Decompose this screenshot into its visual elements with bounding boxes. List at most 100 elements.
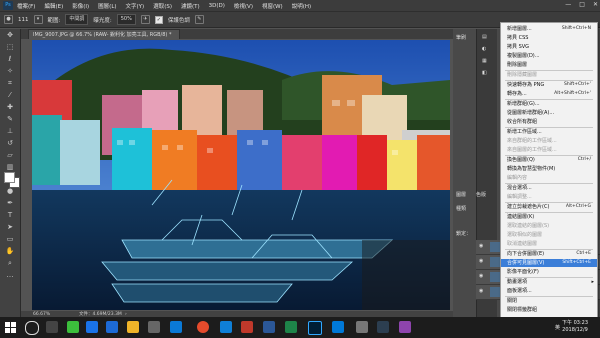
marquee-tool-icon[interactable]: ⬚ <box>0 41 20 53</box>
store-app-icon[interactable] <box>86 321 98 333</box>
quick-select-tool-icon[interactable]: ✧ <box>0 65 20 77</box>
foreground-color-swatch[interactable] <box>4 172 15 183</box>
menu-item[interactable]: 檢視(V) <box>234 2 253 10</box>
brush-size[interactable]: 111 <box>18 17 29 23</box>
clock[interactable]: 下午 03:23 2018/12/9 <box>562 320 588 334</box>
context-menu-item[interactable]: 關閉 <box>501 297 597 305</box>
chrome-browser-icon[interactable] <box>197 321 209 333</box>
brush-tool-icon[interactable]: ✎ <box>0 113 20 125</box>
maximize-icon[interactable]: □ <box>579 1 585 8</box>
context-menu-item[interactable]: 收合所有群組 <box>501 118 597 126</box>
context-menu-item[interactable]: 複製圖層(D)... <box>501 52 597 60</box>
context-menu-item[interactable]: 連結圖層(K) <box>501 213 597 221</box>
visibility-eye-icon[interactable]: ◉ <box>479 288 483 294</box>
zoom-tool-icon[interactable]: ⌕ <box>0 257 20 269</box>
panel-icon-b[interactable]: ◐ <box>482 46 486 52</box>
context-menu-item[interactable]: 轉存為... Alt+Shift+Ctrl+' <box>501 90 597 98</box>
onedrive-icon[interactable] <box>220 321 232 333</box>
powerpoint-icon[interactable] <box>241 321 253 333</box>
type-tool-icon[interactable]: T <box>0 209 20 221</box>
context-menu-item[interactable]: 動畫選項 ▸ <box>501 278 597 286</box>
photoshop-taskbar-icon[interactable] <box>308 321 322 335</box>
menu-item[interactable]: 濾鏡(T) <box>181 2 200 10</box>
layer-filter-kind[interactable]: 種類 <box>456 205 466 212</box>
brush-settings-icon[interactable]: ▾ <box>33 15 43 24</box>
search-icon[interactable] <box>25 321 39 335</box>
lasso-tool-icon[interactable]: ℓ <box>0 53 20 65</box>
menu-item[interactable]: 檔案(F) <box>17 2 35 10</box>
menu-item[interactable]: 說明(H) <box>292 2 311 10</box>
menu-item[interactable]: 圖層(L) <box>98 2 116 10</box>
context-menu-item[interactable]: 影像平面化(F) <box>501 268 597 276</box>
context-menu-item[interactable]: 面板選項... <box>501 287 597 295</box>
minimize-icon[interactable]: — <box>565 1 571 8</box>
document-canvas[interactable] <box>32 40 450 310</box>
context-menu-item[interactable]: 從圖層新增群組(A)... <box>501 109 597 117</box>
shape-tool-icon[interactable]: ▭ <box>0 233 20 245</box>
app-icon-purple[interactable] <box>399 321 411 333</box>
context-menu-item[interactable]: 刪除圖層 <box>501 61 597 69</box>
app-icon-dark[interactable] <box>377 321 389 333</box>
menu-item[interactable]: 選取(S) <box>153 2 172 10</box>
context-menu-item[interactable]: 新增工作區域... <box>501 128 597 136</box>
context-menu-item[interactable]: 快速轉存為 PNG Shift+Ctrl+' <box>501 81 597 89</box>
pressure-icon[interactable]: ✎ <box>194 15 204 24</box>
layers-tab[interactable]: 圖層 <box>456 191 466 198</box>
visibility-eye-icon[interactable]: ◉ <box>479 258 483 264</box>
context-menu-item[interactable]: 換色圖層(Q) Ctrl+/ <box>501 156 597 164</box>
move-tool-icon[interactable]: ✥ <box>0 29 20 41</box>
menu-item[interactable]: 影像(I) <box>72 2 89 10</box>
context-menu-item[interactable]: 新增圖層... Shift+Ctrl+N <box>501 25 597 33</box>
photos-app-icon[interactable] <box>356 321 368 333</box>
context-menu-item[interactable]: 建立剪裁遮色片(C) Alt+Ctrl+G <box>501 203 597 211</box>
history-brush-tool-icon[interactable]: ↺ <box>0 137 20 149</box>
line-app-icon[interactable] <box>67 321 79 333</box>
settings-icon[interactable] <box>148 321 160 333</box>
menu-item[interactable]: 視窗(W) <box>262 2 283 10</box>
edge-browser-icon[interactable] <box>170 321 182 333</box>
context-menu-item[interactable]: 關閉標籤群組 <box>501 306 597 314</box>
windows-start-icon[interactable] <box>5 322 16 333</box>
context-menu-item[interactable]: 混合選項... <box>501 184 597 192</box>
pen-tool-icon[interactable]: ✒ <box>0 197 20 209</box>
task-view-icon[interactable] <box>46 321 58 333</box>
word-icon[interactable] <box>263 321 275 333</box>
context-menu-item[interactable]: 拷貝 SVG <box>501 43 597 51</box>
close-icon[interactable]: ✕ <box>593 1 598 8</box>
eraser-tool-icon[interactable]: ▱ <box>0 149 20 161</box>
brush-panel-tab[interactable]: 筆刷 <box>456 34 466 41</box>
airbrush-icon[interactable]: ✈ <box>140 15 150 24</box>
menu-item[interactable]: 3D(D) <box>209 3 225 9</box>
ime-indicator[interactable]: 英 <box>555 324 560 331</box>
mail-app-icon[interactable] <box>106 321 118 333</box>
panel-icon-a[interactable]: ▤ <box>482 34 487 40</box>
healing-brush-tool-icon[interactable]: ✚ <box>0 101 20 113</box>
eyedropper-tool-icon[interactable]: ⁄ <box>0 89 20 101</box>
exposure-input[interactable]: 50% <box>116 14 136 25</box>
document-tab[interactable]: IMG_9007.JPG @ 66.7% (RAW- 銳利化 加亮工具, RGB… <box>28 29 180 39</box>
app-icon-blue[interactable] <box>332 321 344 333</box>
panel-icon-d[interactable]: ◧ <box>482 70 487 76</box>
path-select-tool-icon[interactable]: ➤ <box>0 221 20 233</box>
context-menu-item[interactable]: 轉換為智慧型物件(M) <box>501 165 597 173</box>
range-select[interactable]: 中間調 <box>65 14 89 25</box>
menu-item[interactable]: 文字(Y) <box>126 2 145 10</box>
crop-tool-icon[interactable]: ⌗ <box>0 77 20 89</box>
dodge-tool-icon[interactable]: ● <box>4 15 13 24</box>
panel-icon-c[interactable]: ▦ <box>482 58 487 64</box>
protect-tones-checkbox[interactable]: ✓ <box>154 15 163 24</box>
context-menu-item[interactable]: 新增群組(G)... <box>501 100 597 108</box>
menu-item-label: 拷貝 CSS <box>507 35 529 41</box>
hand-tool-icon[interactable]: ✋ <box>0 245 20 257</box>
context-menu-item[interactable]: 向下合併圖層(E) Ctrl+E <box>501 250 597 258</box>
menu-item[interactable]: 編輯(E) <box>44 2 63 10</box>
clone-stamp-tool-icon[interactable]: ⊥ <box>0 125 20 137</box>
context-menu-item[interactable]: 拷貝 CSS <box>501 34 597 42</box>
excel-icon[interactable] <box>285 321 297 333</box>
visibility-eye-icon[interactable]: ◉ <box>479 273 483 279</box>
file-explorer-icon[interactable] <box>127 321 139 333</box>
context-menu-item[interactable]: 合併可見圖層(V) Shift+Ctrl+E <box>501 259 597 267</box>
visibility-eye-icon[interactable]: ◉ <box>479 243 483 249</box>
channels-tab[interactable]: 色版 <box>476 191 486 198</box>
more-tools-icon[interactable]: … <box>0 269 20 281</box>
